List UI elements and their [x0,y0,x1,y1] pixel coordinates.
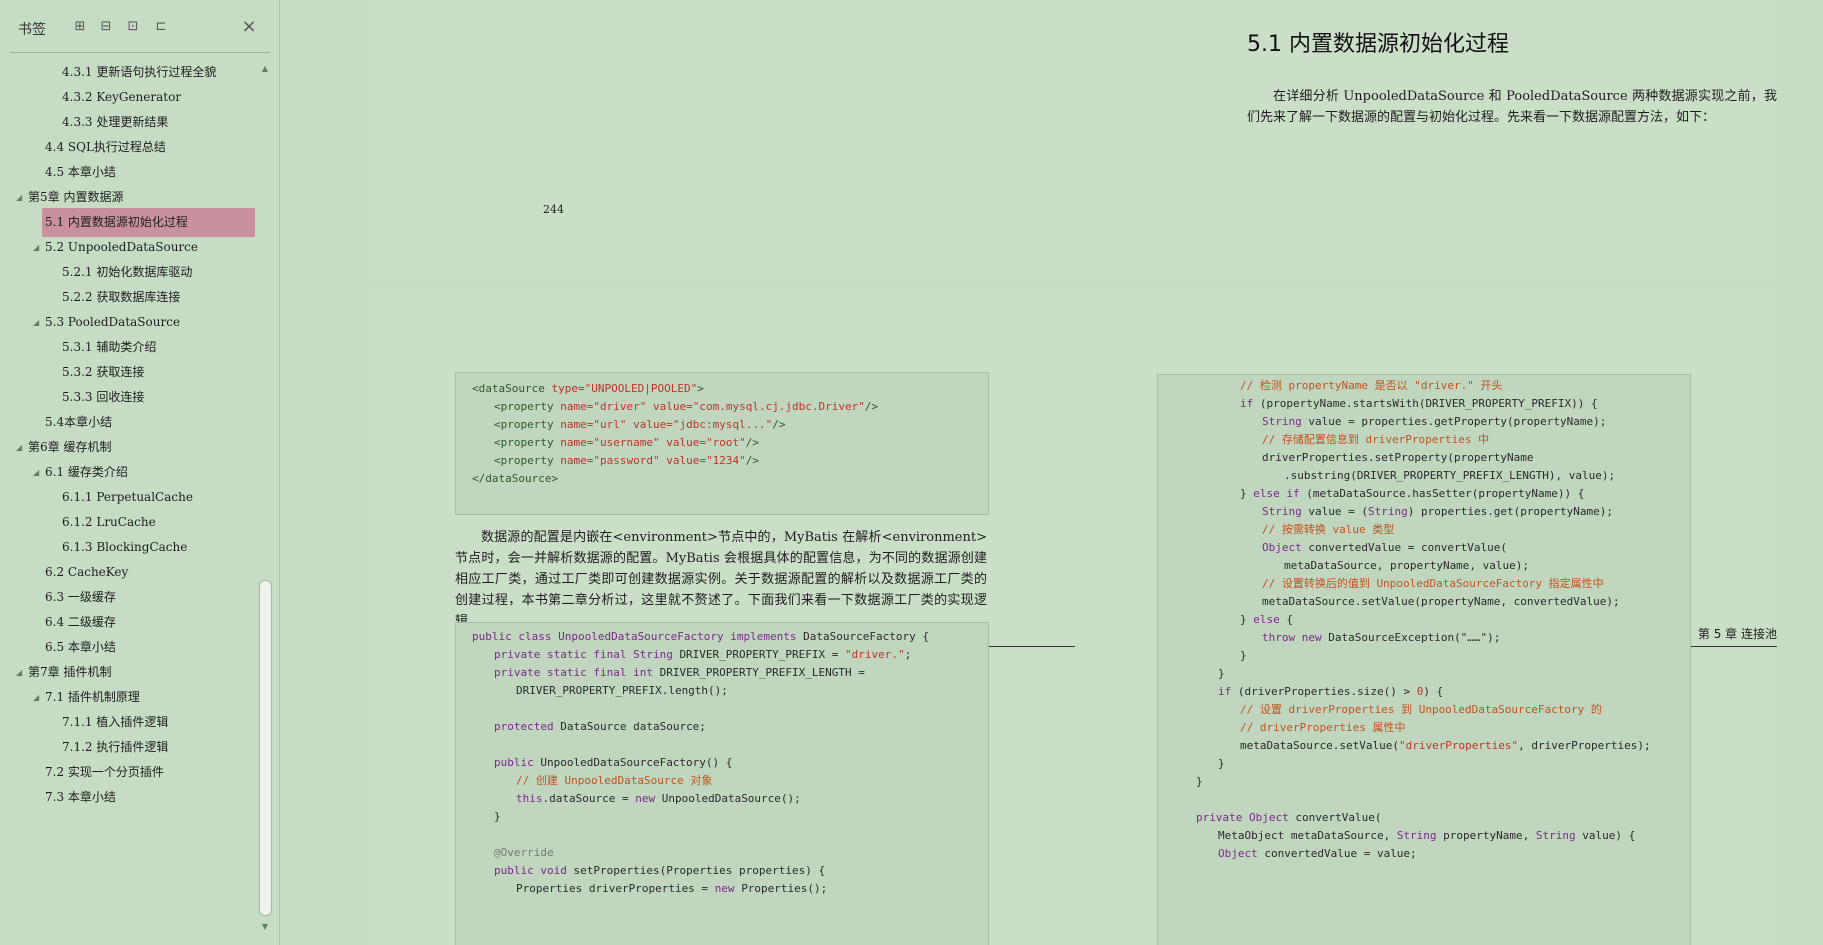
bookmark-icon[interactable]: ⊏ [153,19,169,35]
intro-paragraph: 在详细分析 UnpooledDataSource 和 PooledDataSou… [1247,89,1777,125]
bookmark-tree: 4.3.1 更新语句执行过程全貌 4.3.2 KeyGenerator 4.3.3 … [0,60,258,936]
bookmark-panel-header: 书签 ⊞ ⊟ ⊡ ⊏ × [0,0,279,52]
code-line: </dataSource> [472,472,559,485]
code-line: metaDataSource.setValue(propertyName, co… [1262,595,1620,608]
bookmark-item[interactable]: 7.3 本章小结 [0,783,258,812]
add-bookmark-icon[interactable]: ⊡ [125,19,141,35]
body-paragraph: 数据源的配置是内嵌在<environment>节点中的，MyBatis 在解析<… [455,530,987,629]
page-244: 5.1 内置数据源初始化过程 在详细分析 UnpooledDataSource … [368,0,1777,280]
scroll-up-icon[interactable]: ▲ [258,63,272,75]
code-line: } [494,810,501,823]
bookmark-label: 7.3 本章小结 [45,790,116,804]
section-title: 5.1 内置数据源初始化过程 [1247,32,1509,57]
page-number: 244 [543,203,564,216]
panel-divider [10,52,270,53]
code-line: throw new DataSourceException("……"); [1262,631,1501,644]
code-line: } [1218,757,1225,770]
bookmark-panel: 书签 ⊞ ⊟ ⊡ ⊏ × 4.3.1 更新语句执行过程全貌 4.3.2 KeyGe… [0,0,280,945]
code-line: protected DataSource dataSource; [494,720,706,733]
code-line: this.dataSource = new UnpooledDataSource… [516,792,801,805]
code-line: Object convertedValue = value; [1218,847,1417,860]
java-code-block-right: // 检测 propertyName 是否以 "driver." 开头 if (p… [1157,374,1691,945]
scroll-down-icon[interactable]: ▼ [258,921,272,933]
xml-code-block: <dataSource type="UNPOOLED|POOLED"> <prop… [455,372,989,515]
code-line: DRIVER_PROPERTY_PREFIX.length(); [516,684,728,697]
document-viewer[interactable]: 5.1 内置数据源初始化过程 在详细分析 UnpooledDataSource … [280,0,1823,945]
java-code-block-left: public class UnpooledDataSourceFactory i… [455,622,989,945]
scrollbar-thumb[interactable] [259,580,272,916]
close-icon[interactable]: × [241,18,257,36]
bookmark-scrollbar[interactable]: ▲ ▼ [258,60,272,936]
collapse-all-icon[interactable]: ⊟ [98,19,114,35]
code-line: Properties driverProperties = new Proper… [516,882,828,895]
code-line: } [1240,649,1247,662]
code-line: metaDataSource.setValue("driverPropertie… [1240,739,1651,752]
expand-all-icon[interactable]: ⊞ [72,19,88,35]
code-line: } [1196,775,1203,788]
bookmark-panel-title: 书签 [18,22,46,38]
